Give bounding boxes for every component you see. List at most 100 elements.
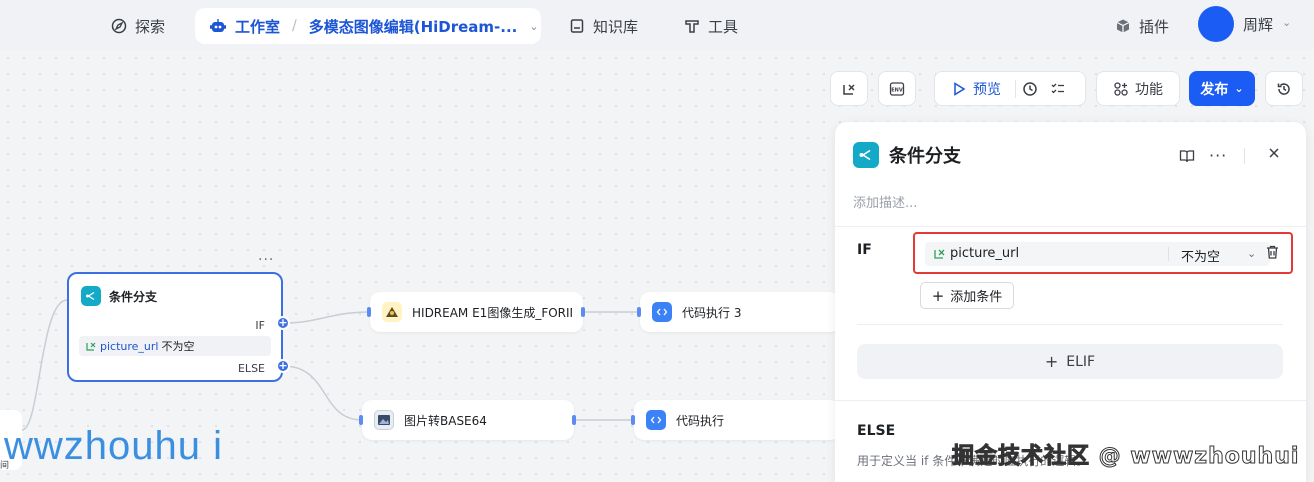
preview-button[interactable]: 预览: [951, 79, 1001, 99]
branch-condition-summary: picture_url 不为空: [79, 336, 271, 356]
studio-breadcrumb[interactable]: 工作室 / 多模态图像编辑(HiDream-... ⌄: [195, 8, 541, 44]
divider: [1015, 79, 1016, 98]
node-image-base64-title: 图片转BASE64: [404, 413, 487, 428]
code-icon: [646, 410, 666, 430]
condition-operator-select[interactable]: 不为空: [1181, 246, 1220, 265]
checklist-button[interactable]: [1050, 81, 1066, 97]
divider: [835, 400, 1306, 401]
else-label: ELSE: [857, 423, 896, 439]
clock-icon: [1023, 81, 1037, 96]
panel-title[interactable]: 条件分支: [889, 142, 961, 168]
divider: [1168, 247, 1169, 261]
breadcrumb-separator: /: [292, 18, 297, 34]
node-code-title: 代码执行: [676, 413, 725, 428]
more-icon[interactable]: ···: [1209, 146, 1227, 165]
panel-header: 条件分支: [853, 142, 961, 168]
node-code[interactable]: 代码执行: [634, 400, 840, 440]
variable-icon: [86, 342, 96, 351]
docs-icon[interactable]: [1179, 148, 1195, 168]
avatar[interactable]: [1198, 6, 1234, 42]
publish-button[interactable]: 发布 ⌄: [1189, 71, 1255, 106]
book-icon: [570, 19, 584, 33]
cube-icon: [1116, 19, 1130, 33]
node-code-3[interactable]: 代码执行 3: [640, 292, 840, 332]
preview-group: 预览: [934, 71, 1086, 106]
node-hidream[interactable]: HIDREAM E1图像生成_FORIM: [370, 292, 583, 332]
branch-else-label: ELSE: [237, 362, 265, 375]
divider: [835, 226, 1306, 227]
svg-text:ENV: ENV: [891, 87, 903, 93]
node-hidream-title: HIDREAM E1图像生成_FORIM: [412, 305, 572, 320]
history-icon: [1277, 82, 1290, 95]
trash-icon[interactable]: [1265, 244, 1280, 264]
version-history-button[interactable]: [1265, 71, 1303, 106]
history-run-button[interactable]: [1022, 81, 1038, 97]
hammer-icon: [685, 20, 699, 33]
studio-label: 工作室: [235, 17, 281, 36]
node-output-port[interactable]: [572, 415, 576, 425]
chevron-down-icon[interactable]: ⌄: [1247, 247, 1256, 260]
node-input-port[interactable]: [637, 307, 641, 317]
close-icon[interactable]: [1267, 146, 1281, 164]
condition-variable-name: picture_url: [950, 246, 1020, 261]
node-code-3-title: 代码执行 3: [682, 305, 742, 320]
add-condition-button[interactable]: + 添加条件: [920, 282, 1014, 309]
branch-if-label: IF: [255, 319, 265, 332]
env-button[interactable]: ENV: [878, 71, 916, 106]
variable-button[interactable]: [830, 71, 868, 106]
description-input[interactable]: 添加描述...: [853, 192, 917, 211]
env-icon: ENV: [889, 81, 905, 96]
robot-icon: [210, 19, 226, 32]
nav-plugins[interactable]: 插件: [1115, 10, 1169, 42]
condition-row: picture_url 不为空 ⌄: [913, 232, 1293, 274]
nav-knowledge[interactable]: 知识库: [569, 10, 638, 42]
node-input-port[interactable]: [359, 415, 363, 425]
app-name: 多模态图像编辑(HiDream-...: [308, 17, 518, 36]
top-nav: 探索 工作室 / 多模态图像编辑(HiDream-... ⌄ 知识库 工具 插件…: [0, 0, 1314, 50]
publish-label: 发布: [1200, 81, 1229, 98]
node-more-icon[interactable]: ···: [258, 252, 274, 268]
else-port-add-icon[interactable]: +: [276, 359, 290, 373]
chevron-down-icon: ⌄: [529, 19, 539, 33]
condition-branch-node[interactable]: 条件分支 IF picture_url 不为空 ELSE: [67, 272, 283, 382]
variable-icon: [843, 83, 855, 95]
branch-icon: [853, 142, 879, 168]
node-output-port[interactable]: [581, 307, 585, 317]
code-icon: [652, 302, 672, 322]
watermark-right: 掘金技术社区 @ wwwzhouhui: [951, 444, 1300, 470]
nav-explore[interactable]: 探索: [111, 10, 165, 42]
plus-icon: +: [931, 286, 945, 305]
chevron-down-icon: ⌄: [1234, 82, 1244, 95]
branch-node-header: 条件分支: [81, 286, 157, 306]
condition-field[interactable]: picture_url 不为空 ⌄: [925, 242, 1270, 266]
checklist-icon: [1051, 83, 1064, 93]
divider: [857, 324, 1283, 325]
add-elif-button[interactable]: + ELIF: [857, 344, 1283, 379]
nav-tools[interactable]: 工具: [684, 10, 738, 42]
node-image-base64[interactable]: 图片转BASE64: [362, 400, 574, 440]
user-name[interactable]: 周辉: [1243, 14, 1273, 35]
plus-icon: +: [1044, 352, 1059, 371]
if-port-add-icon[interactable]: +: [276, 316, 290, 330]
features-label: 功能: [1135, 81, 1163, 98]
node-input-port[interactable]: [631, 415, 635, 425]
chevron-down-icon[interactable]: ⌄: [1282, 16, 1291, 29]
variable-icon: [934, 249, 945, 259]
branch-condition-op: 不为空: [161, 340, 195, 353]
if-label: IF: [857, 242, 872, 258]
apps-icon: [1114, 81, 1128, 96]
features-button[interactable]: 功能: [1096, 71, 1180, 106]
hidream-icon: [382, 302, 402, 322]
preview-label: 预览: [973, 81, 1001, 98]
branch-node-title: 条件分支: [109, 289, 158, 304]
nav-knowledge-label: 知识库: [593, 17, 639, 36]
condition-variable[interactable]: picture_url: [933, 246, 1019, 261]
node-config-panel: 条件分支 ··· 添加描述... IF picture_url 不为空 ⌄ + …: [835, 122, 1306, 482]
nav-tools-label: 工具: [708, 17, 739, 36]
node-input-port[interactable]: [367, 307, 371, 317]
add-condition-label: 添加条件: [950, 290, 1003, 305]
nav-explore-label: 探索: [135, 17, 166, 36]
image-icon: [374, 410, 394, 430]
play-icon: [954, 81, 966, 96]
divider: [1244, 148, 1245, 164]
